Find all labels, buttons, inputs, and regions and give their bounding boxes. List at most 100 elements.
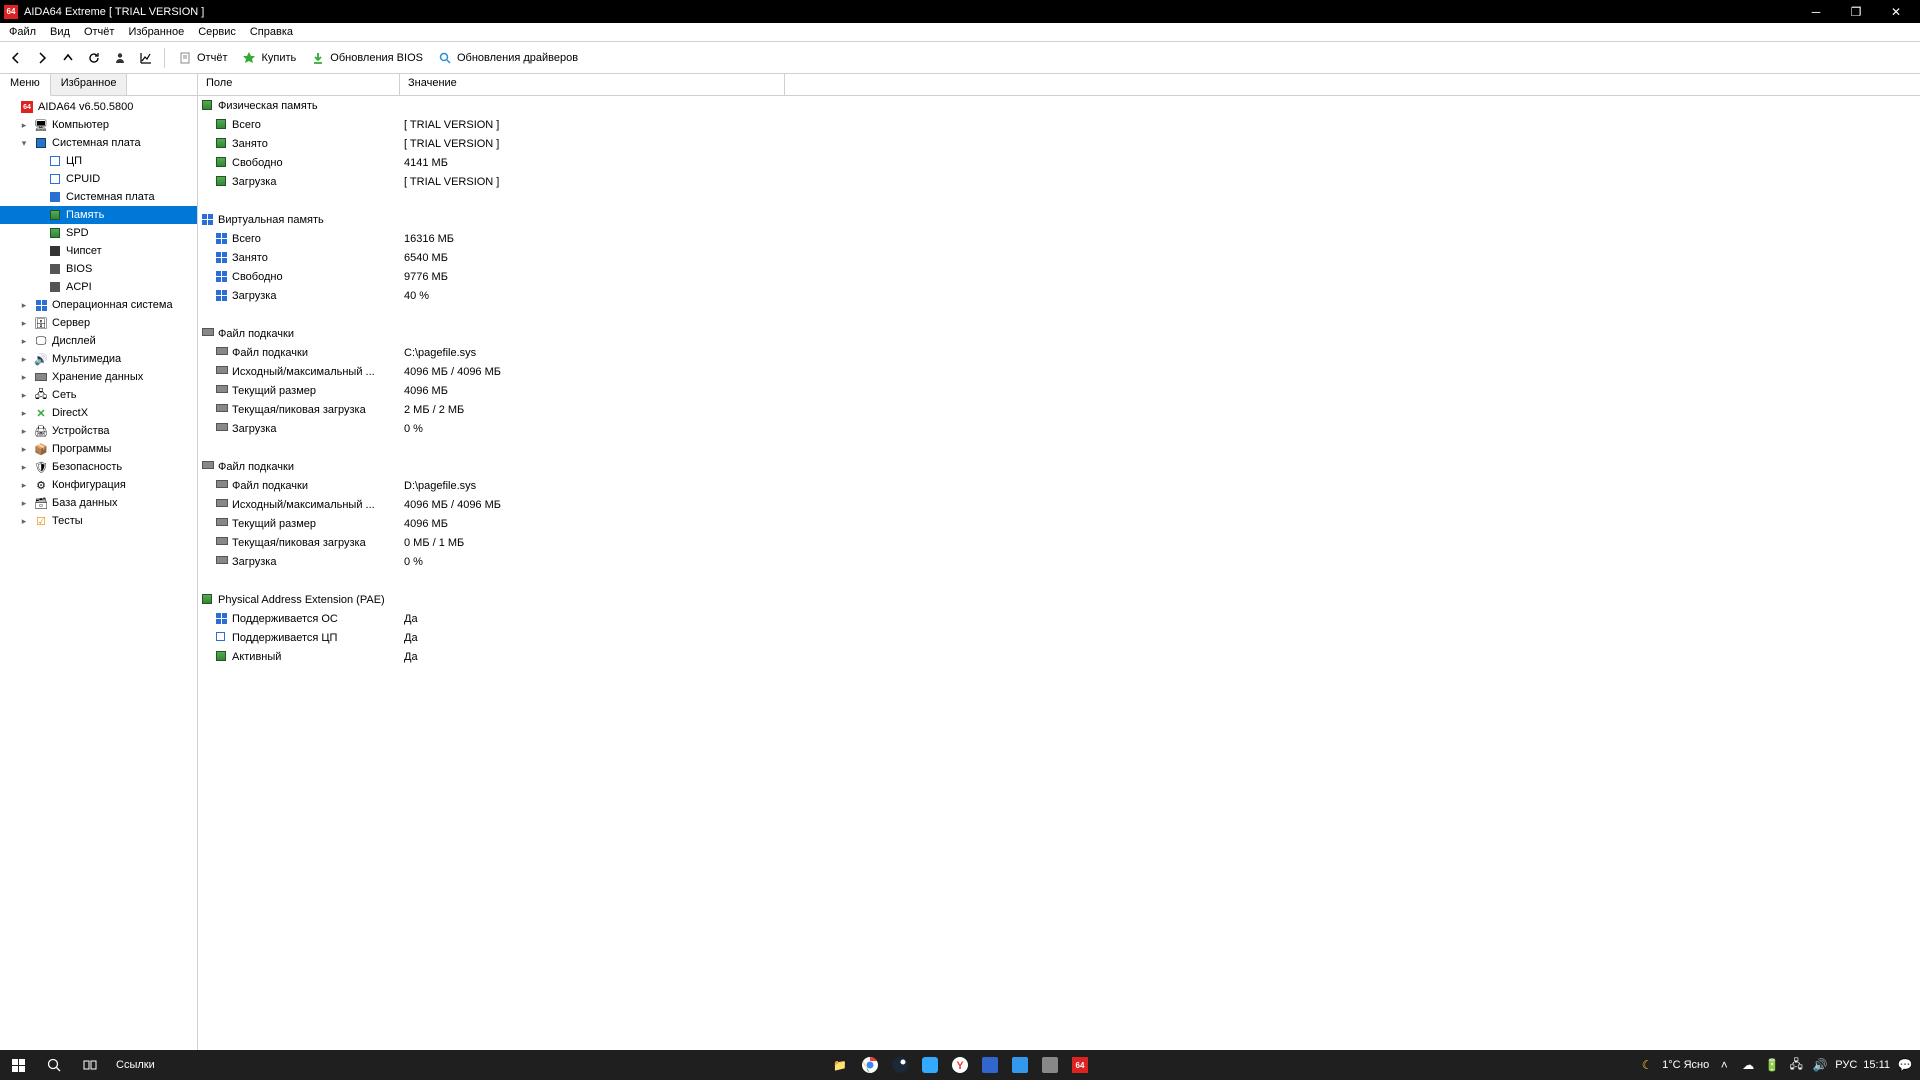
data-row[interactable]: Текущий размер4096 МБ (198, 514, 1920, 533)
tree-devices[interactable]: ▸🖨Устройства (0, 422, 197, 440)
refresh-button[interactable] (82, 46, 106, 70)
tray-chevron[interactable]: ˄ (1715, 1056, 1733, 1074)
tree-multimedia[interactable]: ▸🔊Мультимедиа (0, 350, 197, 368)
data-row[interactable]: АктивныйДа (198, 647, 1920, 666)
weather-text[interactable]: 1°C Ясно (1662, 1059, 1709, 1071)
tray-network[interactable]: 🖧 (1787, 1056, 1805, 1074)
data-row[interactable]: Исходный/максимальный ...4096 МБ / 4096 … (198, 495, 1920, 514)
app-gray[interactable] (1036, 1051, 1064, 1079)
tree-acpi[interactable]: ACPI (0, 278, 197, 296)
tree-server[interactable]: ▸🗄Сервер (0, 314, 197, 332)
data-row[interactable]: Поддерживается ОСДа (198, 609, 1920, 628)
report-button[interactable]: Отчёт (171, 46, 233, 70)
links-label[interactable]: Ссылки (108, 1059, 163, 1071)
tab-favorites[interactable]: Избранное (51, 74, 128, 95)
close-button[interactable]: ✕ (1876, 0, 1916, 23)
col-field[interactable]: Поле (198, 74, 400, 95)
data-row[interactable]: Занято6540 МБ (198, 248, 1920, 267)
tree-programs[interactable]: ▸📦Программы (0, 440, 197, 458)
buy-button[interactable]: Купить (235, 46, 302, 70)
tray-onedrive[interactable]: ☁ (1739, 1056, 1757, 1074)
tree-bios[interactable]: BIOS (0, 260, 197, 278)
start-button[interactable] (0, 1050, 36, 1080)
row-field: Текущий размер (232, 385, 316, 397)
minimize-button[interactable]: ─ (1796, 0, 1836, 23)
data-row[interactable]: Всего16316 МБ (198, 229, 1920, 248)
app-blue3[interactable] (1006, 1051, 1034, 1079)
app-blue1[interactable] (916, 1051, 944, 1079)
user-icon[interactable] (108, 46, 132, 70)
tree-computer[interactable]: ▸🖥Компьютер (0, 116, 197, 134)
maximize-button[interactable]: ❐ (1836, 0, 1876, 23)
tree-spd[interactable]: SPD (0, 224, 197, 242)
app-yandex[interactable]: Y (946, 1051, 974, 1079)
driver-update-button[interactable]: Обновления драйверов (431, 46, 584, 70)
tray-battery[interactable]: 🔋 (1763, 1056, 1781, 1074)
data-rows[interactable]: Физическая памятьВсего[ TRIAL VERSION ]З… (198, 96, 1920, 1050)
tree-network[interactable]: ▸🖧Сеть (0, 386, 197, 404)
tree-tests[interactable]: ▸☑Тесты (0, 512, 197, 530)
forward-button[interactable] (30, 46, 54, 70)
tree-security[interactable]: ▸🛡Безопасность (0, 458, 197, 476)
tree-motherboard[interactable]: ▾Системная плата (0, 134, 197, 152)
menu-view[interactable]: Вид (43, 24, 77, 40)
app-blue2[interactable] (976, 1051, 1004, 1079)
tree-root[interactable]: 64AIDA64 v6.50.5800 (0, 98, 197, 116)
menu-favorites[interactable]: Избранное (121, 24, 191, 40)
data-row[interactable]: Файл подкачкиC:\pagefile.sys (198, 343, 1920, 362)
tree[interactable]: 64AIDA64 v6.50.5800 ▸🖥Компьютер ▾Системн… (0, 96, 197, 1050)
search-button[interactable] (36, 1050, 72, 1080)
back-button[interactable] (4, 46, 28, 70)
tree-display[interactable]: ▸🖵Дисплей (0, 332, 197, 350)
tray-volume[interactable]: 🔊 (1811, 1056, 1829, 1074)
data-row[interactable]: Поддерживается ЦПДа (198, 628, 1920, 647)
data-row[interactable]: Свободно4141 МБ (198, 153, 1920, 172)
app-aida[interactable]: 64 (1066, 1051, 1094, 1079)
data-row[interactable]: Занято[ TRIAL VERSION ] (198, 134, 1920, 153)
data-row[interactable]: Загрузка0 % (198, 419, 1920, 438)
data-row[interactable]: Исходный/максимальный ...4096 МБ / 4096 … (198, 362, 1920, 381)
data-row[interactable]: Всего[ TRIAL VERSION ] (198, 115, 1920, 134)
col-value[interactable]: Значение (400, 74, 785, 95)
data-row[interactable]: Загрузка40 % (198, 286, 1920, 305)
up-button[interactable] (56, 46, 80, 70)
data-row[interactable]: Текущая/пиковая загрузка0 МБ / 1 МБ (198, 533, 1920, 552)
data-row[interactable]: Файл подкачкиD:\pagefile.sys (198, 476, 1920, 495)
tree-cpu[interactable]: ЦП (0, 152, 197, 170)
tray-lang[interactable]: РУС (1835, 1059, 1857, 1071)
group-header[interactable]: Физическая память (198, 96, 1920, 115)
tree-directx[interactable]: ▸✕DirectX (0, 404, 197, 422)
tree-memory[interactable]: Память (0, 206, 197, 224)
data-row[interactable]: Свободно9776 МБ (198, 267, 1920, 286)
tree-config[interactable]: ▸⚙Конфигурация (0, 476, 197, 494)
tree-motherboard-sub[interactable]: Системная плата (0, 188, 197, 206)
app-chrome[interactable] (856, 1051, 884, 1079)
menu-file[interactable]: Файл (2, 24, 43, 40)
data-row[interactable]: Текущий размер 4096 МБ (198, 381, 1920, 400)
tree-chipset[interactable]: Чипсет (0, 242, 197, 260)
menu-help[interactable]: Справка (243, 24, 300, 40)
tab-menu[interactable]: Меню (0, 74, 51, 96)
row-value: 4096 МБ (400, 385, 448, 397)
menu-report[interactable]: Отчёт (77, 24, 121, 40)
tree-database[interactable]: ▸🗃База данных (0, 494, 197, 512)
tray-notifications[interactable]: 💬 (1896, 1056, 1914, 1074)
bios-update-button[interactable]: Обновления BIOS (304, 46, 429, 70)
data-row[interactable]: Загрузка[ TRIAL VERSION ] (198, 172, 1920, 191)
tray-time[interactable]: 15:11 (1863, 1059, 1890, 1071)
group-header[interactable]: Файл подкачки (198, 457, 1920, 476)
menu-service[interactable]: Сервис (191, 24, 243, 40)
app-explorer[interactable]: 📁 (826, 1051, 854, 1079)
taskview-button[interactable] (72, 1050, 108, 1080)
data-row[interactable]: Загрузка0 % (198, 552, 1920, 571)
group-header[interactable]: Файл подкачки (198, 324, 1920, 343)
tree-cpuid[interactable]: CPUID (0, 170, 197, 188)
tree-os[interactable]: ▸Операционная система (0, 296, 197, 314)
data-row[interactable]: Текущая/пиковая загрузка2 МБ / 2 МБ (198, 400, 1920, 419)
graph-icon[interactable] (134, 46, 158, 70)
tree-storage[interactable]: ▸Хранение данных (0, 368, 197, 386)
weather-icon[interactable]: ☾ (1638, 1056, 1656, 1074)
app-steam[interactable] (886, 1051, 914, 1079)
group-header[interactable]: Physical Address Extension (PAE) (198, 590, 1920, 609)
group-header[interactable]: Виртуальная память (198, 210, 1920, 229)
